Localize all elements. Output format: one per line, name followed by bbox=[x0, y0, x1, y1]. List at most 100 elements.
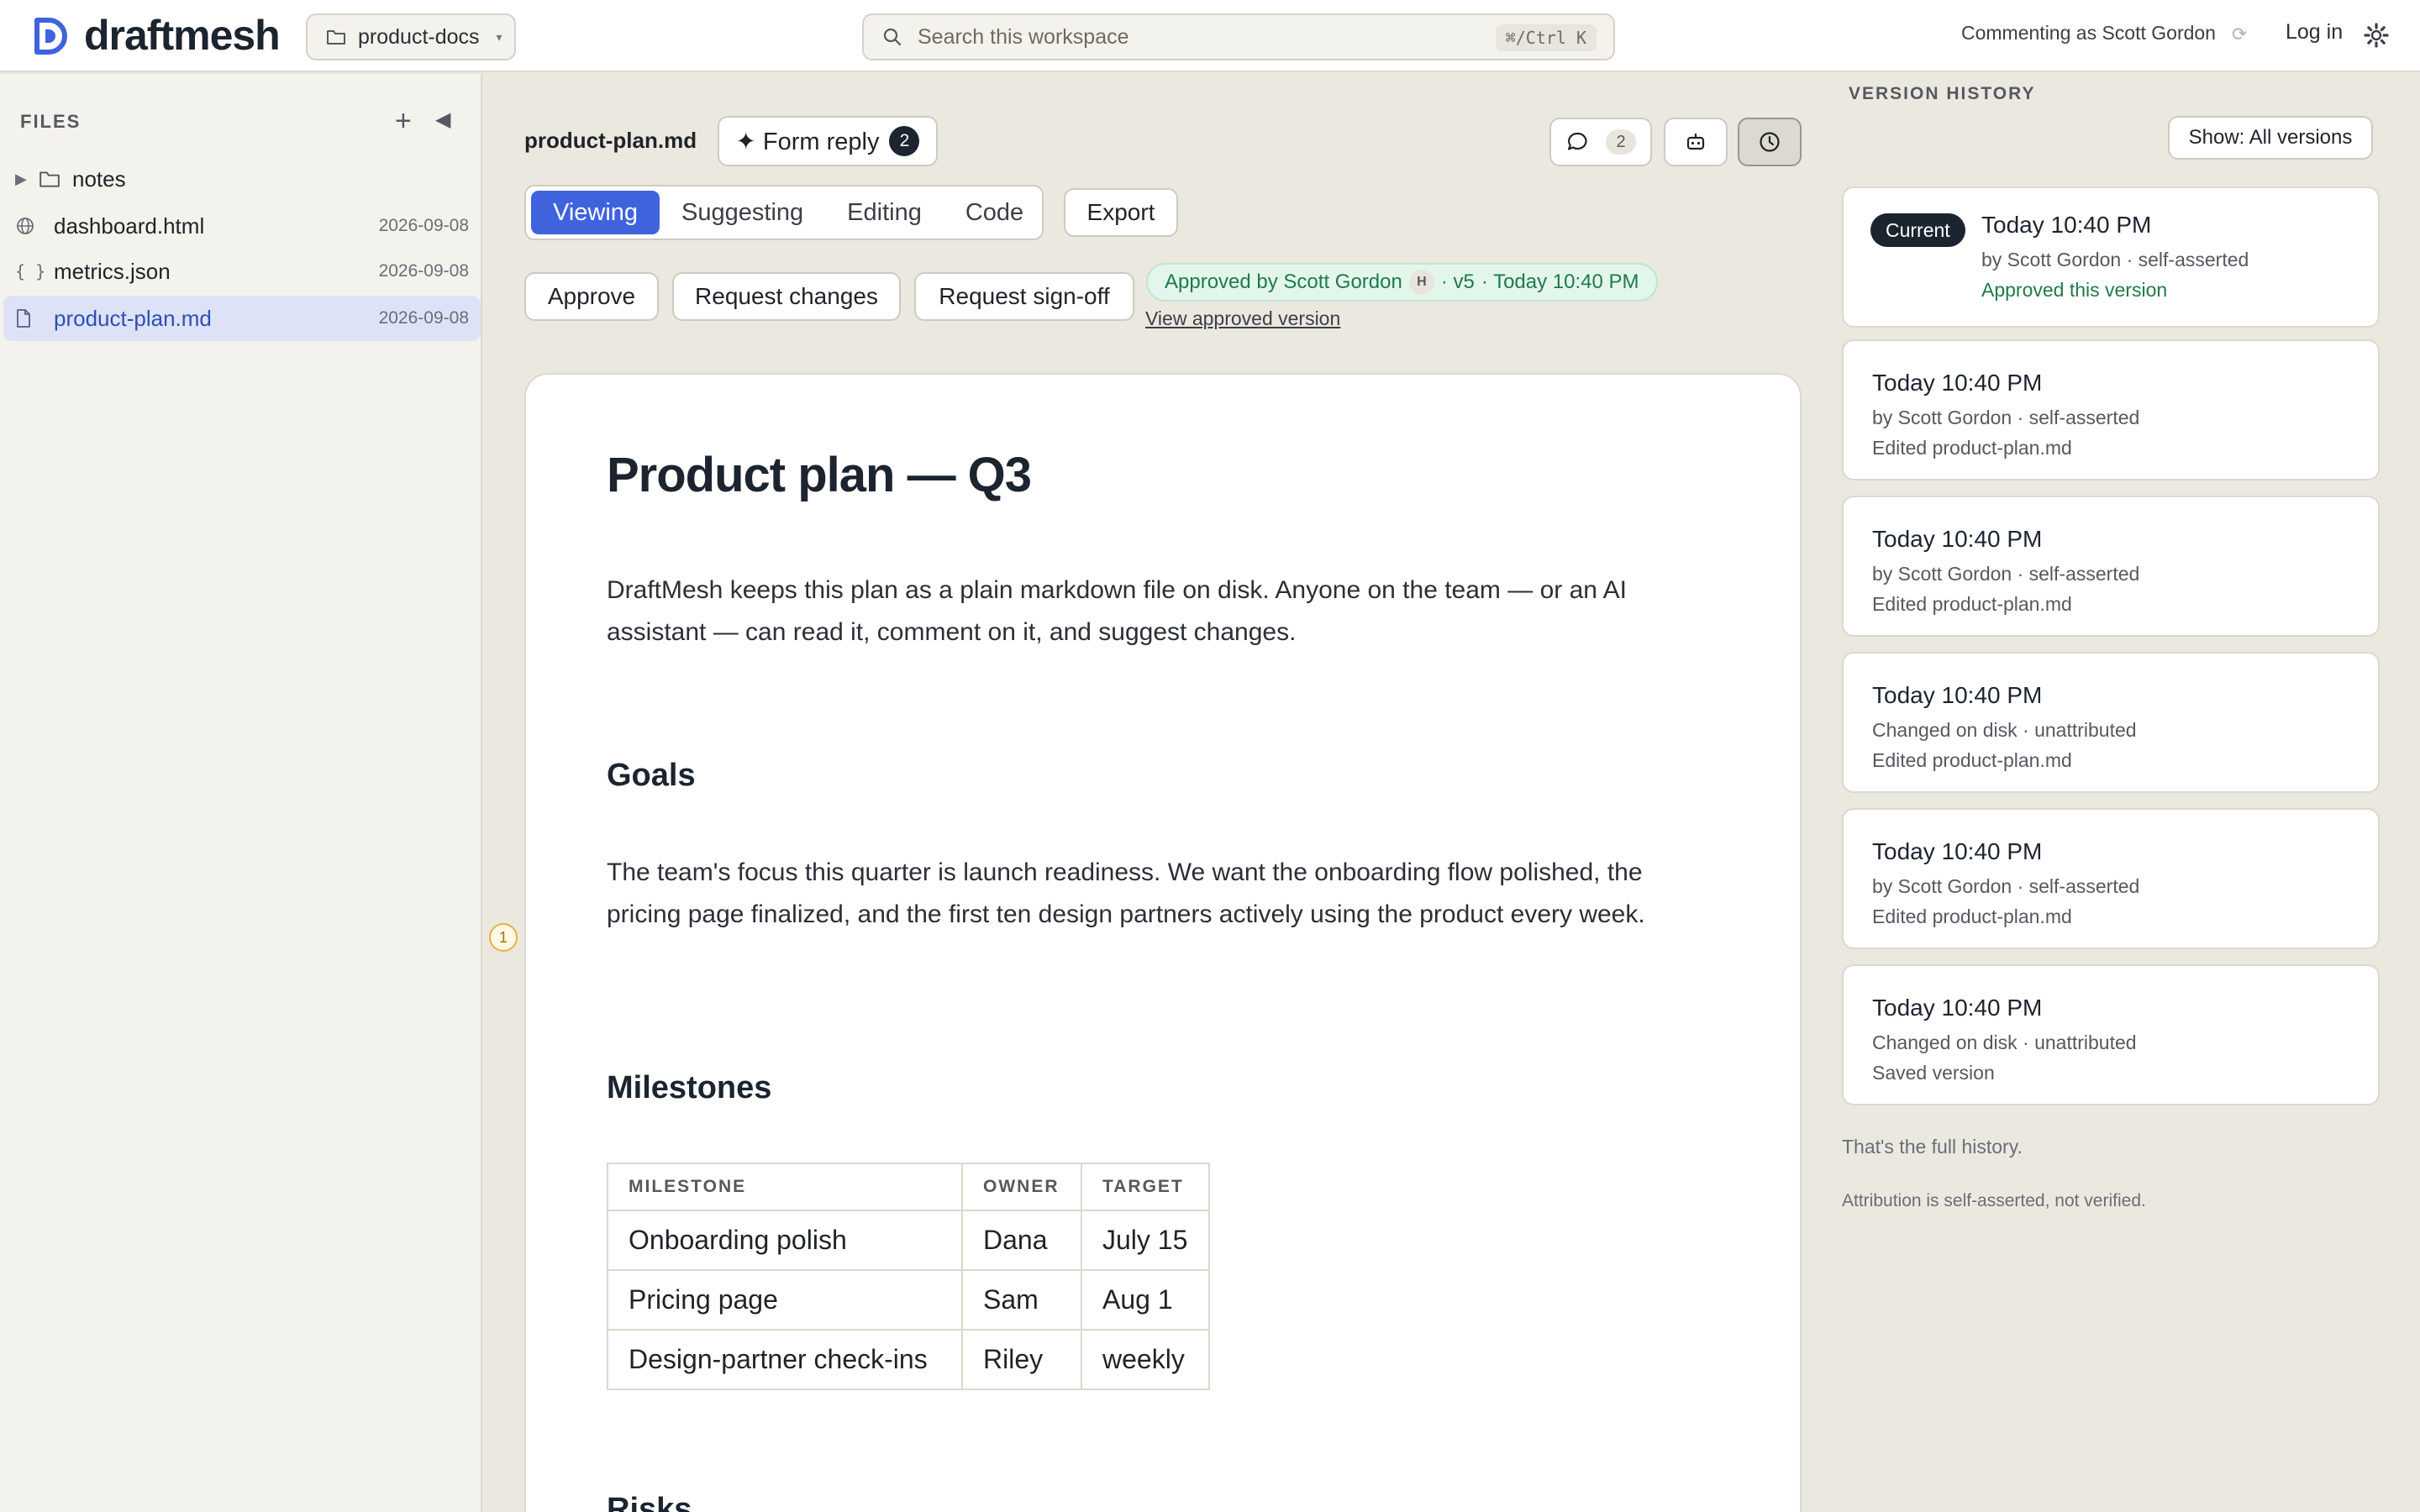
search-placeholder: Search this workspace bbox=[918, 24, 1129, 49]
json-braces-icon: { } bbox=[15, 261, 46, 281]
sidebar-item-product-plan[interactable]: product-plan.md 2026-09-08 bbox=[3, 296, 481, 341]
version-action: Edited product-plan.md bbox=[1872, 437, 2072, 459]
version-card-current[interactable]: Current Today 10:40 PM by Scott Gordon ·… bbox=[1842, 186, 2380, 328]
version-card[interactable]: Today 10:40 PM Changed on disk · unattri… bbox=[1842, 652, 2380, 793]
table-header-row: MILESTONE OWNER TARGET bbox=[607, 1163, 1210, 1211]
collapse-left-icon[interactable]: ◀ bbox=[435, 106, 450, 134]
table-cell: Onboarding polish bbox=[607, 1210, 963, 1271]
goals-heading: Goals bbox=[607, 758, 696, 793]
request-changes-button[interactable]: Request changes bbox=[672, 272, 901, 321]
version-action: Saved version bbox=[1872, 1062, 1995, 1084]
file-date: 2026-09-08 bbox=[378, 308, 469, 328]
version-card[interactable]: Today 10:40 PM by Scott Gordon · self-as… bbox=[1842, 339, 2380, 480]
chevron-right-icon[interactable]: ▶ bbox=[15, 171, 34, 188]
search-input[interactable]: Search this workspace ⌘/Ctrl K bbox=[862, 13, 1615, 60]
comments-toggle-button[interactable]: 2 bbox=[1549, 118, 1652, 166]
current-version-badge: Current bbox=[1870, 213, 1965, 247]
comment-bubble-icon bbox=[1567, 132, 1587, 150]
version-time: Today 10:40 PM bbox=[1872, 682, 2043, 708]
table-cell: Dana bbox=[961, 1210, 1082, 1271]
sidebar-item-label: notes bbox=[72, 165, 126, 192]
tab-code[interactable]: Code bbox=[944, 191, 1045, 234]
tab-suggesting[interactable]: Suggesting bbox=[660, 191, 825, 234]
version-card[interactable]: Today 10:40 PM by Scott Gordon · self-as… bbox=[1842, 496, 2380, 637]
form-reply-label: ✦ Form reply bbox=[735, 128, 880, 155]
file-date: 2026-09-08 bbox=[378, 261, 469, 281]
tab-viewing[interactable]: Viewing bbox=[531, 191, 660, 234]
file-date: 2026-09-08 bbox=[378, 216, 469, 235]
milestones-table: MILESTONE OWNER TARGET Onboarding polish… bbox=[607, 1163, 1210, 1390]
version-author: by Scott Gordon · self-asserted bbox=[1872, 407, 2140, 428]
column-header-target: TARGET bbox=[1081, 1163, 1210, 1211]
version-author: Changed on disk · unattributed bbox=[1872, 1032, 2137, 1053]
folder-icon bbox=[39, 171, 60, 187]
sidebar-item-label: metrics.json bbox=[54, 258, 171, 284]
version-action: Approved this version bbox=[1981, 279, 2168, 301]
clock-icon bbox=[1760, 132, 1780, 152]
approver-avatar: H bbox=[1408, 270, 1434, 295]
version-card[interactable]: Today 10:40 PM by Scott Gordon · self-as… bbox=[1842, 808, 2380, 949]
version-card[interactable]: Today 10:40 PM Changed on disk · unattri… bbox=[1842, 964, 2380, 1105]
approval-version: · v5 bbox=[1440, 270, 1475, 293]
version-filter-button[interactable]: Show: All versions bbox=[2168, 116, 2373, 160]
view-approved-version-link[interactable]: View approved version bbox=[1145, 307, 1340, 330]
attribution-note: Attribution is self-asserted, not verifi… bbox=[1842, 1191, 2146, 1210]
draftmesh-logo-icon[interactable] bbox=[32, 17, 72, 55]
version-time: Today 10:40 PM bbox=[1872, 838, 2043, 864]
commenting-as-label: Commenting as Scott Gordon bbox=[1961, 22, 2216, 44]
table-cell: Design-partner check-ins bbox=[607, 1329, 963, 1390]
approval-time: · Today 10:40 PM bbox=[1481, 270, 1639, 293]
risks-heading: Risks bbox=[607, 1492, 692, 1512]
column-header-milestone: MILESTONE bbox=[607, 1163, 963, 1211]
document-icon bbox=[15, 308, 49, 328]
comment-marker[interactable]: 1 bbox=[489, 923, 518, 952]
workspace-name: product-docs bbox=[358, 24, 480, 49]
table-cell: July 15 bbox=[1081, 1210, 1210, 1271]
workspace-selector[interactable]: product-docs ▾ bbox=[306, 13, 516, 60]
robot-icon bbox=[1686, 134, 1705, 150]
files-section-label: FILES bbox=[20, 111, 82, 132]
search-icon bbox=[883, 28, 902, 46]
table-row: Pricing page Sam Aug 1 bbox=[607, 1269, 1210, 1331]
approval-status-badge: Approved by Scott Gordon H · v5 · Today … bbox=[1146, 263, 1658, 302]
table-cell: weekly bbox=[1081, 1329, 1210, 1390]
milestones-heading: Milestones bbox=[607, 1070, 772, 1105]
table-cell: Aug 1 bbox=[1081, 1269, 1210, 1331]
plus-icon[interactable]: + bbox=[395, 104, 412, 138]
workspace-dropdown-icon: ▾ bbox=[496, 29, 502, 44]
sidebar-item-metrics[interactable]: { } metrics.json 2026-09-08 bbox=[3, 249, 481, 294]
version-history-label: VERSION HISTORY bbox=[1849, 84, 2036, 103]
app-logo-text[interactable]: draftmesh bbox=[84, 8, 281, 62]
form-reply-button[interactable]: ✦ Form reply 2 bbox=[718, 116, 938, 166]
sidebar-item-label: dashboard.html bbox=[54, 213, 205, 239]
goals-paragraph: The team's focus this quarter is launch … bbox=[607, 858, 1645, 928]
version-author: Changed on disk · unattributed bbox=[1872, 719, 2137, 741]
sidebar-item-dashboard[interactable]: dashboard.html 2026-09-08 bbox=[3, 203, 481, 249]
login-link[interactable]: Log in bbox=[2286, 20, 2343, 45]
search-shortcut: ⌘/Ctrl K bbox=[1495, 24, 1597, 51]
version-time: Today 10:40 PM bbox=[1872, 370, 2043, 396]
tab-editing[interactable]: Editing bbox=[825, 191, 944, 234]
current-filename: product-plan.md bbox=[524, 128, 697, 153]
version-time: Today 10:40 PM bbox=[1981, 212, 2152, 238]
gear-icon[interactable] bbox=[2363, 22, 2390, 49]
version-action: Edited product-plan.md bbox=[1872, 749, 2072, 771]
table-cell: Pricing page bbox=[607, 1269, 963, 1331]
version-author: by Scott Gordon · self-asserted bbox=[1981, 249, 2249, 270]
table-cell: Sam bbox=[961, 1269, 1082, 1331]
form-reply-count-badge: 2 bbox=[889, 126, 920, 156]
document-title: Product plan — Q3 bbox=[607, 448, 1032, 502]
request-signoff-button[interactable]: Request sign-off bbox=[914, 272, 1134, 321]
approve-button[interactable]: Approve bbox=[524, 272, 659, 321]
version-time: Today 10:40 PM bbox=[1872, 526, 2043, 552]
table-row: Design-partner check-ins Riley weekly bbox=[607, 1329, 1210, 1390]
export-button[interactable]: Export bbox=[1064, 188, 1178, 237]
table-row: Onboarding polish Dana July 15 bbox=[607, 1210, 1210, 1271]
approval-text: Approved by Scott Gordon bbox=[1165, 270, 1402, 293]
version-author: by Scott Gordon · self-asserted bbox=[1872, 563, 2140, 585]
sync-spinner-icon: ⟳ bbox=[2232, 24, 2248, 45]
sidebar-item-notes[interactable]: ▶ notes bbox=[3, 156, 481, 202]
ai-assistant-button[interactable] bbox=[1664, 118, 1728, 166]
sidebar-item-label: product-plan.md bbox=[54, 305, 212, 331]
version-history-toggle-button[interactable] bbox=[1738, 118, 1802, 166]
